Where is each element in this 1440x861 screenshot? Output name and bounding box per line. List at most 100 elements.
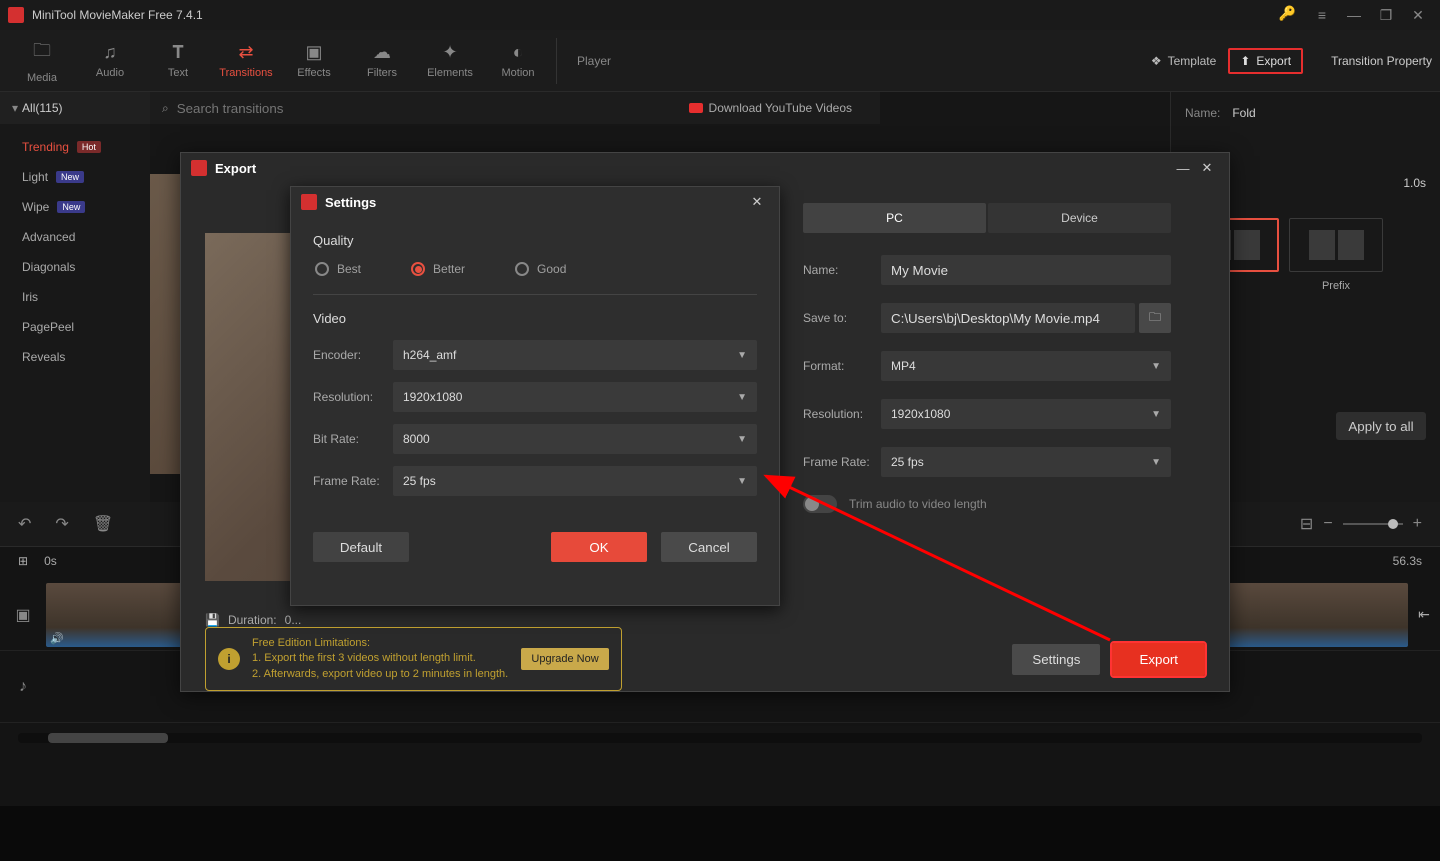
export-button-top[interactable]: ⬆Export — [1228, 48, 1303, 74]
free-line2: 2. Afterwards, export video up to 2 minu… — [252, 668, 508, 680]
zoom-slider[interactable] — [1343, 523, 1403, 525]
settings-button[interactable]: Settings — [1012, 644, 1100, 675]
search-input[interactable] — [177, 101, 354, 116]
zoom-in-button[interactable]: + — [1413, 515, 1422, 533]
app-title: MiniTool MovieMaker Free 7.4.1 — [32, 8, 1271, 22]
name-label: Name: — [803, 263, 881, 277]
quality-best-radio[interactable]: Best — [315, 262, 361, 276]
toolbar: 🗀Media ♫Audio 𝐓Text ⇄Transitions ▣Effect… — [0, 30, 1440, 92]
quality-good-radio[interactable]: Good — [515, 262, 566, 276]
encoder-select[interactable]: h264_amf▼ — [393, 340, 757, 370]
save-icon: 💾 — [205, 613, 220, 627]
free-edition-notice: i Free Edition Limitations: 1. Export th… — [205, 627, 622, 691]
apply-to-all-button[interactable]: Apply to all — [1336, 412, 1426, 440]
property-panel-title: Transition Property — [1331, 54, 1432, 68]
filters-icon: ☁ — [373, 42, 391, 63]
sidebar-item-advanced[interactable]: Advanced — [0, 222, 150, 252]
undo-button[interactable]: ↶ — [18, 514, 31, 534]
delete-button[interactable]: 🗑 — [93, 514, 113, 534]
speaker-icon: 🔊 — [50, 632, 64, 645]
minimize-button[interactable]: — — [1171, 156, 1195, 180]
sidebar-item-iris[interactable]: Iris — [0, 282, 150, 312]
motion-icon: ◐ — [513, 42, 524, 63]
duration-value: 0... — [285, 613, 302, 627]
encoder-label: Encoder: — [313, 348, 393, 362]
framerate-label: Frame Rate: — [803, 455, 881, 469]
sidebar: ▾ All(115) TrendingHot LightNew WipeNew … — [0, 92, 150, 502]
bitrate-label: Bit Rate: — [313, 432, 393, 446]
bitrate-select[interactable]: 8000▼ — [393, 424, 757, 454]
sidebar-item-light[interactable]: LightNew — [0, 162, 150, 192]
chevron-down-icon: ▼ — [737, 392, 747, 403]
titlebar: MiniTool MovieMaker Free 7.4.1 🔑 ≡ — ❐ ✕ — [0, 0, 1440, 30]
browse-button[interactable]: 🗀 — [1139, 303, 1171, 333]
close-button[interactable]: ✕ — [1195, 156, 1219, 180]
export-final-button[interactable]: Export — [1112, 643, 1205, 676]
folder-icon: 🗀 — [1149, 308, 1161, 329]
tab-audio[interactable]: ♫Audio — [76, 33, 144, 89]
tab-filters[interactable]: ☁Filters — [348, 33, 416, 89]
download-youtube-button[interactable]: Download YouTube Videos — [689, 101, 868, 115]
resolution-select[interactable]: 1920x1080▼ — [881, 399, 1171, 429]
framerate-label: Frame Rate: — [313, 474, 393, 488]
sidebar-item-wipe[interactable]: WipeNew — [0, 192, 150, 222]
timeline-scrollbar[interactable] — [18, 733, 1422, 743]
menu-icon[interactable]: ≡ — [1308, 1, 1336, 29]
close-button[interactable]: ✕ — [1404, 1, 1432, 29]
upgrade-button[interactable]: Upgrade Now — [521, 648, 608, 670]
export-tab-pc[interactable]: PC — [803, 203, 986, 233]
video-section-label: Video — [313, 311, 757, 326]
default-button[interactable]: Default — [313, 532, 409, 562]
tab-transitions[interactable]: ⇄Transitions — [212, 33, 280, 89]
settings-dialog-title: Settings — [325, 195, 745, 210]
trim-audio-toggle[interactable] — [803, 495, 837, 513]
format-label: Format: — [803, 359, 881, 373]
maximize-button[interactable]: ❐ — [1372, 1, 1400, 29]
export-dialog-title: Export — [215, 161, 1171, 176]
badge-hot: Hot — [77, 141, 101, 153]
tab-media[interactable]: 🗀Media — [8, 33, 76, 89]
resolution-select[interactable]: 1920x1080▼ — [393, 382, 757, 412]
tab-text[interactable]: 𝐓Text — [144, 33, 212, 89]
tab-motion[interactable]: ◐Motion — [484, 33, 552, 89]
close-button[interactable]: ✕ — [745, 190, 769, 214]
save-to-input[interactable] — [881, 303, 1135, 333]
timeline-options-button[interactable]: ⇤ — [1408, 606, 1440, 623]
sidebar-header[interactable]: ▾ All(115) — [0, 92, 150, 124]
app-icon — [191, 160, 207, 176]
settings-dialog: Settings ✕ Quality Best Better Good Vide… — [290, 186, 780, 606]
folder-icon: 🗀 — [33, 38, 51, 68]
redo-button[interactable]: ↷ — [55, 514, 68, 534]
transitions-icon: ⇄ — [238, 42, 253, 63]
chevron-down-icon: ▼ — [1151, 361, 1161, 372]
layers-icon: ❖ — [1151, 54, 1162, 68]
minimize-button[interactable]: — — [1340, 1, 1368, 29]
quality-better-radio[interactable]: Better — [411, 262, 465, 276]
sidebar-item-reveals[interactable]: Reveals — [0, 342, 150, 372]
player-label: Player — [577, 54, 611, 68]
mode-card-prefix[interactable] — [1289, 218, 1383, 272]
add-track-icon[interactable]: ⊞ — [18, 554, 28, 568]
name-input[interactable] — [881, 255, 1171, 285]
cancel-button[interactable]: Cancel — [661, 532, 757, 562]
key-icon[interactable]: 🔑 — [1271, 1, 1304, 29]
search-icon: ⌕ — [162, 101, 169, 116]
sidebar-item-pagepeel[interactable]: PagePeel — [0, 312, 150, 342]
framerate-select[interactable]: 25 fps▼ — [393, 466, 757, 496]
time-end: 56.3s — [1393, 554, 1422, 568]
sidebar-item-diagonals[interactable]: Diagonals — [0, 252, 150, 282]
sidebar-item-trending[interactable]: TrendingHot — [0, 132, 150, 162]
chevron-down-icon: ▼ — [737, 434, 747, 445]
tab-effects[interactable]: ▣Effects — [280, 33, 348, 89]
quality-section-label: Quality — [313, 233, 757, 248]
framerate-select[interactable]: 25 fps▼ — [881, 447, 1171, 477]
fit-button[interactable]: ⊟ — [1300, 514, 1313, 534]
format-select[interactable]: MP4▼ — [881, 351, 1171, 381]
tab-elements[interactable]: ✦Elements — [416, 33, 484, 89]
export-tab-device[interactable]: Device — [988, 203, 1171, 233]
zoom-out-button[interactable]: − — [1323, 515, 1332, 533]
badge-new: New — [57, 201, 85, 213]
template-button[interactable]: ❖Template — [1151, 54, 1216, 68]
ok-button[interactable]: OK — [551, 532, 647, 562]
badge-new: New — [56, 171, 84, 183]
